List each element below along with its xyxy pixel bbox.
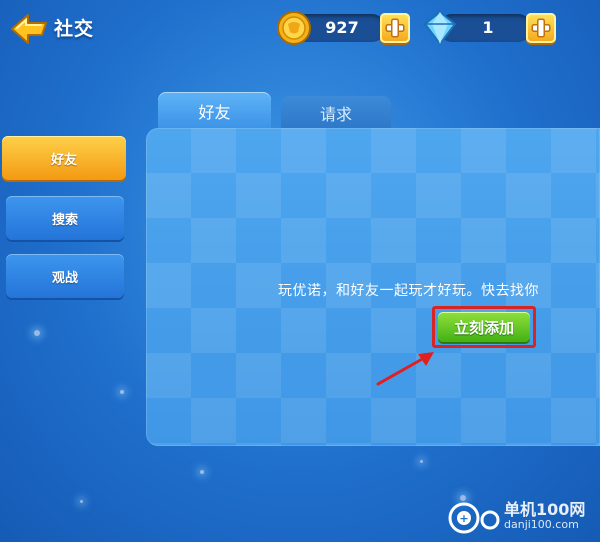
sparkle [420, 460, 423, 463]
sidebar-item-search[interactable]: 搜索 [6, 196, 124, 240]
back-arrow-icon [11, 14, 47, 44]
friends-panel: 玩优诺，和好友一起玩才好玩。快去找你 立刻添加 [146, 128, 600, 446]
watermark-title: 单机100网 [504, 500, 586, 519]
gem-value: 1 [482, 18, 494, 37]
add-coins-button[interactable] [380, 13, 410, 43]
add-gems-button[interactable] [526, 13, 556, 43]
tab-friends[interactable]: 好友 [158, 92, 271, 130]
sparkle [34, 330, 40, 336]
annotation-arrow-icon [376, 352, 434, 386]
watermark-url: danji100.com [504, 518, 579, 531]
sidebar-item-label: 好友 [50, 152, 77, 168]
sidebar-item-label: 观战 [51, 270, 78, 286]
coin-counter: 927 [276, 10, 422, 46]
gem-counter: 1 [422, 10, 568, 46]
tab-requests[interactable]: 请求 [281, 96, 391, 130]
site-watermark: + 单机100网 danji100.com [446, 494, 596, 538]
add-button-highlight: 立刻添加 [432, 306, 536, 348]
back-button[interactable] [8, 12, 50, 46]
sparkle [200, 470, 204, 474]
diamond-icon [422, 10, 458, 46]
coin-value: 927 [325, 18, 359, 37]
add-friend-button[interactable]: 立刻添加 [438, 312, 530, 342]
watermark-logo-icon: + [448, 502, 500, 534]
sparkle [120, 390, 124, 394]
svg-text:+: + [459, 512, 468, 525]
coin-icon [276, 10, 312, 46]
page-title: 社交 [54, 18, 95, 40]
empty-friends-message: 玩优诺，和好友一起玩才好玩。快去找你 [278, 283, 539, 299]
sidebar-item-friends[interactable]: 好友 [2, 136, 126, 180]
sparkle [80, 500, 83, 503]
sidebar-item-spectate[interactable]: 观战 [6, 254, 124, 298]
tab-label: 好友 [198, 103, 231, 122]
tab-label: 请求 [319, 105, 352, 124]
sidebar-item-label: 搜索 [51, 212, 78, 228]
